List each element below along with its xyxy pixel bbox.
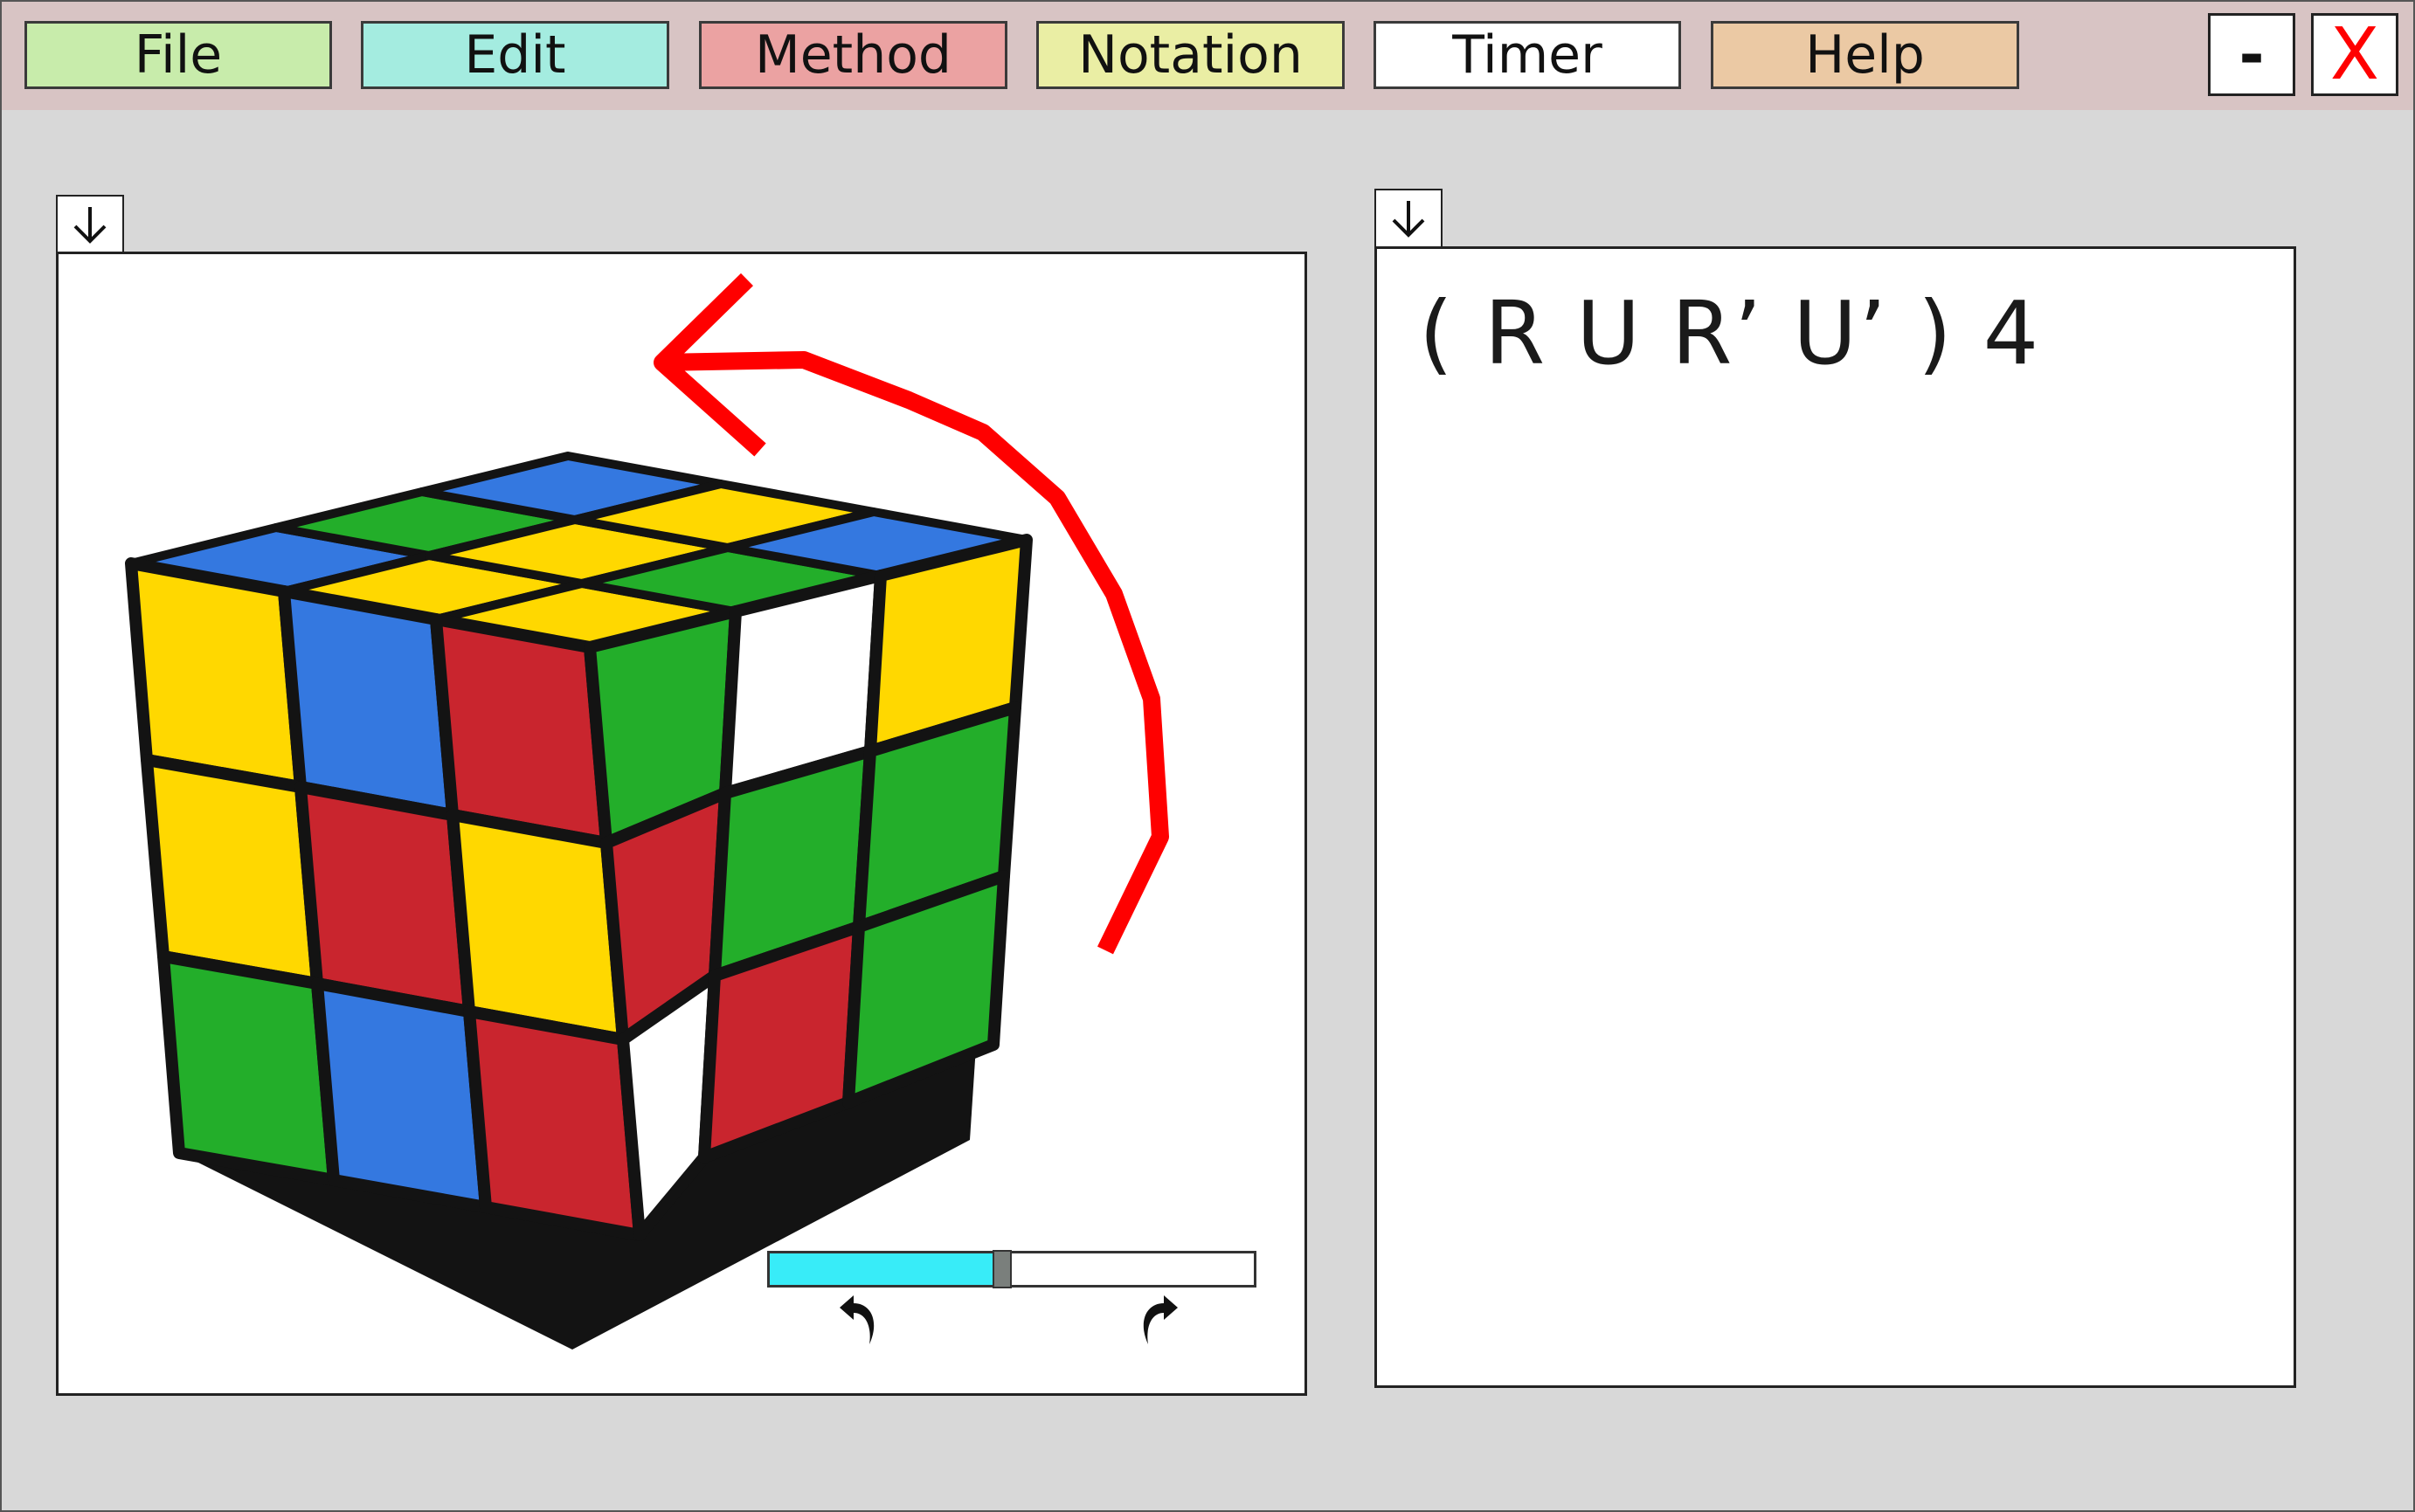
redo-arrow-icon — [1143, 1295, 1178, 1344]
playback-progress-fill — [770, 1253, 1002, 1285]
close-button[interactable]: X — [2311, 13, 2398, 96]
close-label: X — [2329, 12, 2380, 96]
down-arrow-icon — [1392, 201, 1425, 238]
cube-sticker-red — [463, 1005, 646, 1241]
undo-arrow-icon — [840, 1295, 875, 1344]
cube-sticker-blue — [311, 977, 492, 1213]
cube-left-face — [125, 557, 646, 1241]
cube-sticker-yellow — [141, 754, 323, 990]
cube-sticker-red — [294, 781, 475, 1018]
down-arrow-icon — [73, 207, 107, 244]
redo-button[interactable] — [1113, 1290, 1183, 1351]
minimize-button[interactable]: - — [2208, 13, 2295, 96]
algorithm-text[interactable]: ( R U R’ U’ ) 4 — [1419, 282, 2040, 384]
notation-panel-collapse-button[interactable] — [1374, 189, 1443, 246]
timer-menu-button[interactable]: Timer — [1374, 21, 1681, 89]
playback-slider[interactable] — [767, 1250, 1256, 1288]
undo-button[interactable] — [834, 1290, 904, 1351]
file-menu-button[interactable]: File — [24, 21, 332, 89]
cube-sticker-blue — [278, 585, 459, 821]
cube-sticker-green — [157, 950, 340, 1186]
minimize-label: - — [2239, 18, 2265, 91]
cube-panel-collapse-button[interactable] — [56, 195, 124, 252]
cube-viewport[interactable] — [56, 252, 1307, 1396]
notation-panel: ( R U R’ U’ ) 4 — [1374, 246, 2296, 1388]
edit-menu-button[interactable]: Edit — [361, 21, 669, 89]
cube-sticker-yellow — [446, 809, 629, 1046]
rubiks-cube — [125, 452, 1033, 1350]
cube-sticker-red — [430, 613, 612, 849]
cube-sticker-yellow — [125, 557, 307, 793]
help-menu-button[interactable]: Help — [1711, 21, 2019, 89]
playback-slider-thumb[interactable] — [992, 1250, 1012, 1288]
method-menu-button[interactable]: Method — [699, 21, 1007, 89]
cube-panel — [56, 252, 1307, 1396]
notation-menu-button[interactable]: Notation — [1036, 21, 1345, 89]
menu-bar: File Edit Method Notation Timer Help - X — [0, 0, 2415, 110]
